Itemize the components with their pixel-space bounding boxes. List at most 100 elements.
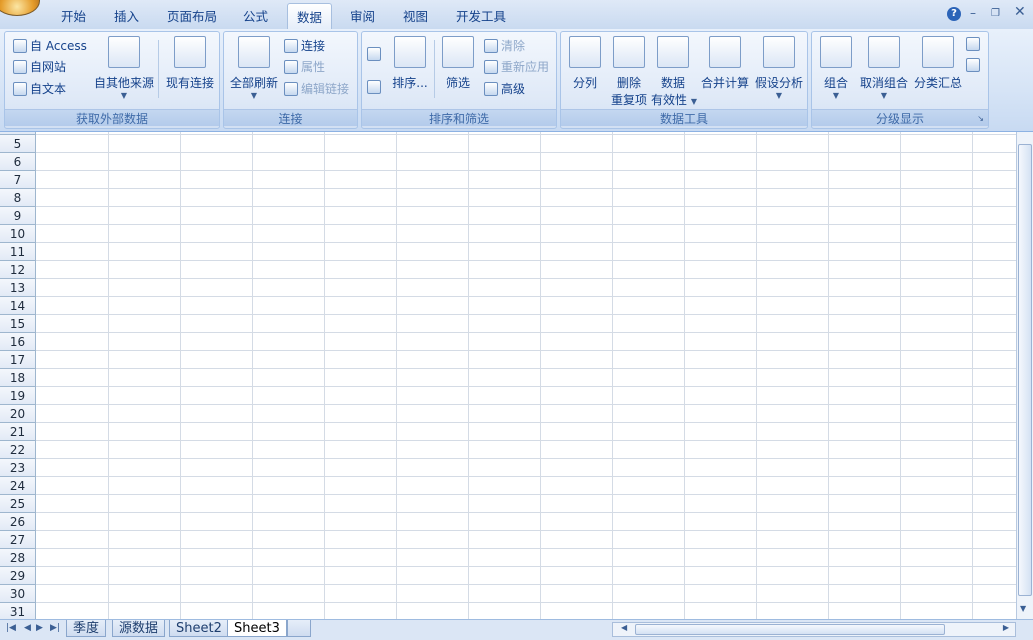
table-row[interactable] — [36, 297, 1016, 315]
row-header[interactable]: 31 — [0, 603, 36, 619]
from-web-button[interactable]: 自网站 — [13, 58, 66, 75]
remove-duplicates-button[interactable]: 删除 重复项 — [607, 36, 651, 108]
row-header[interactable]: 29 — [0, 567, 36, 585]
existing-connections-button[interactable]: 现有连接 — [163, 36, 217, 91]
table-row[interactable] — [36, 207, 1016, 225]
group-button[interactable]: 组合 ▼ — [816, 36, 856, 100]
worksheet-grid[interactable]: 4567891011121314151617181920212223242526… — [0, 132, 1016, 619]
row-header[interactable]: 17 — [0, 351, 36, 369]
row-header[interactable]: 10 — [0, 225, 36, 243]
row-header[interactable]: 28 — [0, 549, 36, 567]
refresh-all-button[interactable]: 全部刷新 ▼ — [228, 36, 280, 100]
scroll-down-icon[interactable]: ▼ — [1020, 604, 1026, 613]
row-header[interactable]: 25 — [0, 495, 36, 513]
table-row[interactable] — [36, 261, 1016, 279]
close-icon[interactable]: ✕ — [1014, 4, 1026, 20]
sheet-tab-sheet2[interactable]: Sheet2 — [169, 620, 229, 637]
sheet-tab-sheet3[interactable]: Sheet3 — [227, 620, 287, 637]
horizontal-scroll-thumb[interactable] — [635, 624, 945, 635]
from-text-button[interactable]: 自文本 — [13, 80, 66, 97]
from-other-sources-button[interactable]: 自其他来源 ▼ — [93, 36, 155, 100]
next-sheet-icon[interactable]: ▶ — [36, 623, 43, 633]
row-header[interactable]: 8 — [0, 189, 36, 207]
table-row[interactable] — [36, 369, 1016, 387]
help-icon[interactable]: ? — [947, 7, 961, 21]
consolidate-button[interactable]: 合并计算 — [697, 36, 753, 91]
vertical-scrollbar[interactable]: ▼ — [1016, 132, 1033, 619]
table-row[interactable] — [36, 243, 1016, 261]
table-row[interactable] — [36, 279, 1016, 297]
connections-button[interactable]: 连接 — [284, 37, 325, 54]
tab-review[interactable]: 审阅 — [350, 6, 375, 25]
row-header[interactable]: 20 — [0, 405, 36, 423]
table-row[interactable] — [36, 171, 1016, 189]
table-row[interactable] — [36, 513, 1016, 531]
table-row[interactable] — [36, 585, 1016, 603]
scroll-left-icon[interactable]: ◀ — [621, 623, 627, 632]
dialog-launcher-icon[interactable]: ↘ — [977, 114, 984, 123]
sheet-tab-quarter[interactable]: 季度 — [66, 620, 107, 637]
tab-page-layout[interactable]: 页面布局 — [167, 6, 217, 25]
from-access-button[interactable]: 自 Access — [13, 37, 87, 54]
row-header[interactable]: 24 — [0, 477, 36, 495]
table-row[interactable] — [36, 495, 1016, 513]
sheet-tab-source-data[interactable]: 源数据 — [112, 620, 166, 637]
row-header[interactable]: 11 — [0, 243, 36, 261]
row-header[interactable]: 6 — [0, 153, 36, 171]
row-header[interactable]: 12 — [0, 261, 36, 279]
row-header[interactable]: 23 — [0, 459, 36, 477]
vertical-scroll-thumb[interactable] — [1018, 144, 1032, 596]
horizontal-scrollbar[interactable]: ◀ ▶ — [612, 622, 1016, 637]
row-header[interactable]: 13 — [0, 279, 36, 297]
table-row[interactable] — [36, 441, 1016, 459]
row-header[interactable]: 22 — [0, 441, 36, 459]
show-detail-button[interactable] — [966, 37, 980, 51]
table-row[interactable] — [36, 189, 1016, 207]
row-header[interactable]: 26 — [0, 513, 36, 531]
ungroup-button[interactable]: 取消组合 ▼ — [858, 36, 910, 100]
text-to-columns-button[interactable]: 分列 — [565, 36, 605, 91]
row-header[interactable]: 9 — [0, 207, 36, 225]
table-row[interactable] — [36, 477, 1016, 495]
table-row[interactable] — [36, 333, 1016, 351]
row-header[interactable]: 18 — [0, 369, 36, 387]
tab-view[interactable]: 视图 — [403, 6, 428, 25]
table-row[interactable] — [36, 423, 1016, 441]
row-header[interactable]: 5 — [0, 135, 36, 153]
first-sheet-icon[interactable]: |◀ — [6, 623, 16, 633]
table-row[interactable] — [36, 135, 1016, 153]
scroll-right-icon[interactable]: ▶ — [1003, 623, 1009, 632]
tab-developer[interactable]: 开发工具 — [456, 6, 506, 25]
tab-insert[interactable]: 插入 — [114, 6, 139, 25]
sort-descending-button[interactable] — [367, 80, 381, 94]
row-header[interactable]: 15 — [0, 315, 36, 333]
data-validation-button[interactable]: 数据 有效性 ▼ — [651, 36, 697, 108]
row-header[interactable]: 7 — [0, 171, 36, 189]
table-row[interactable] — [36, 603, 1016, 619]
table-row[interactable] — [36, 153, 1016, 171]
row-header[interactable]: 21 — [0, 423, 36, 441]
tab-formulas[interactable]: 公式 — [243, 6, 268, 25]
sort-button[interactable]: 排序... — [390, 36, 430, 91]
office-button[interactable] — [0, 0, 40, 16]
filter-button[interactable]: 筛选 — [438, 36, 478, 91]
table-row[interactable] — [36, 567, 1016, 585]
tab-data[interactable]: 数据 — [287, 3, 333, 30]
table-row[interactable] — [36, 351, 1016, 369]
minimize-icon[interactable]: – — [970, 6, 976, 20]
row-header[interactable]: 16 — [0, 333, 36, 351]
advanced-filter-button[interactable]: 高级 — [484, 80, 525, 97]
hide-detail-button[interactable] — [966, 58, 980, 72]
row-header[interactable]: 19 — [0, 387, 36, 405]
subtotal-button[interactable]: 分类汇总 — [912, 36, 964, 91]
table-row[interactable] — [36, 549, 1016, 567]
row-header[interactable]: 27 — [0, 531, 36, 549]
table-row[interactable] — [36, 405, 1016, 423]
insert-sheet-icon[interactable] — [287, 620, 311, 637]
row-header[interactable]: 14 — [0, 297, 36, 315]
table-row[interactable] — [36, 315, 1016, 333]
sort-ascending-button[interactable] — [367, 47, 381, 61]
what-if-analysis-button[interactable]: 假设分析 ▼ — [753, 36, 805, 100]
prev-sheet-icon[interactable]: ◀ — [24, 623, 31, 633]
table-row[interactable] — [36, 387, 1016, 405]
